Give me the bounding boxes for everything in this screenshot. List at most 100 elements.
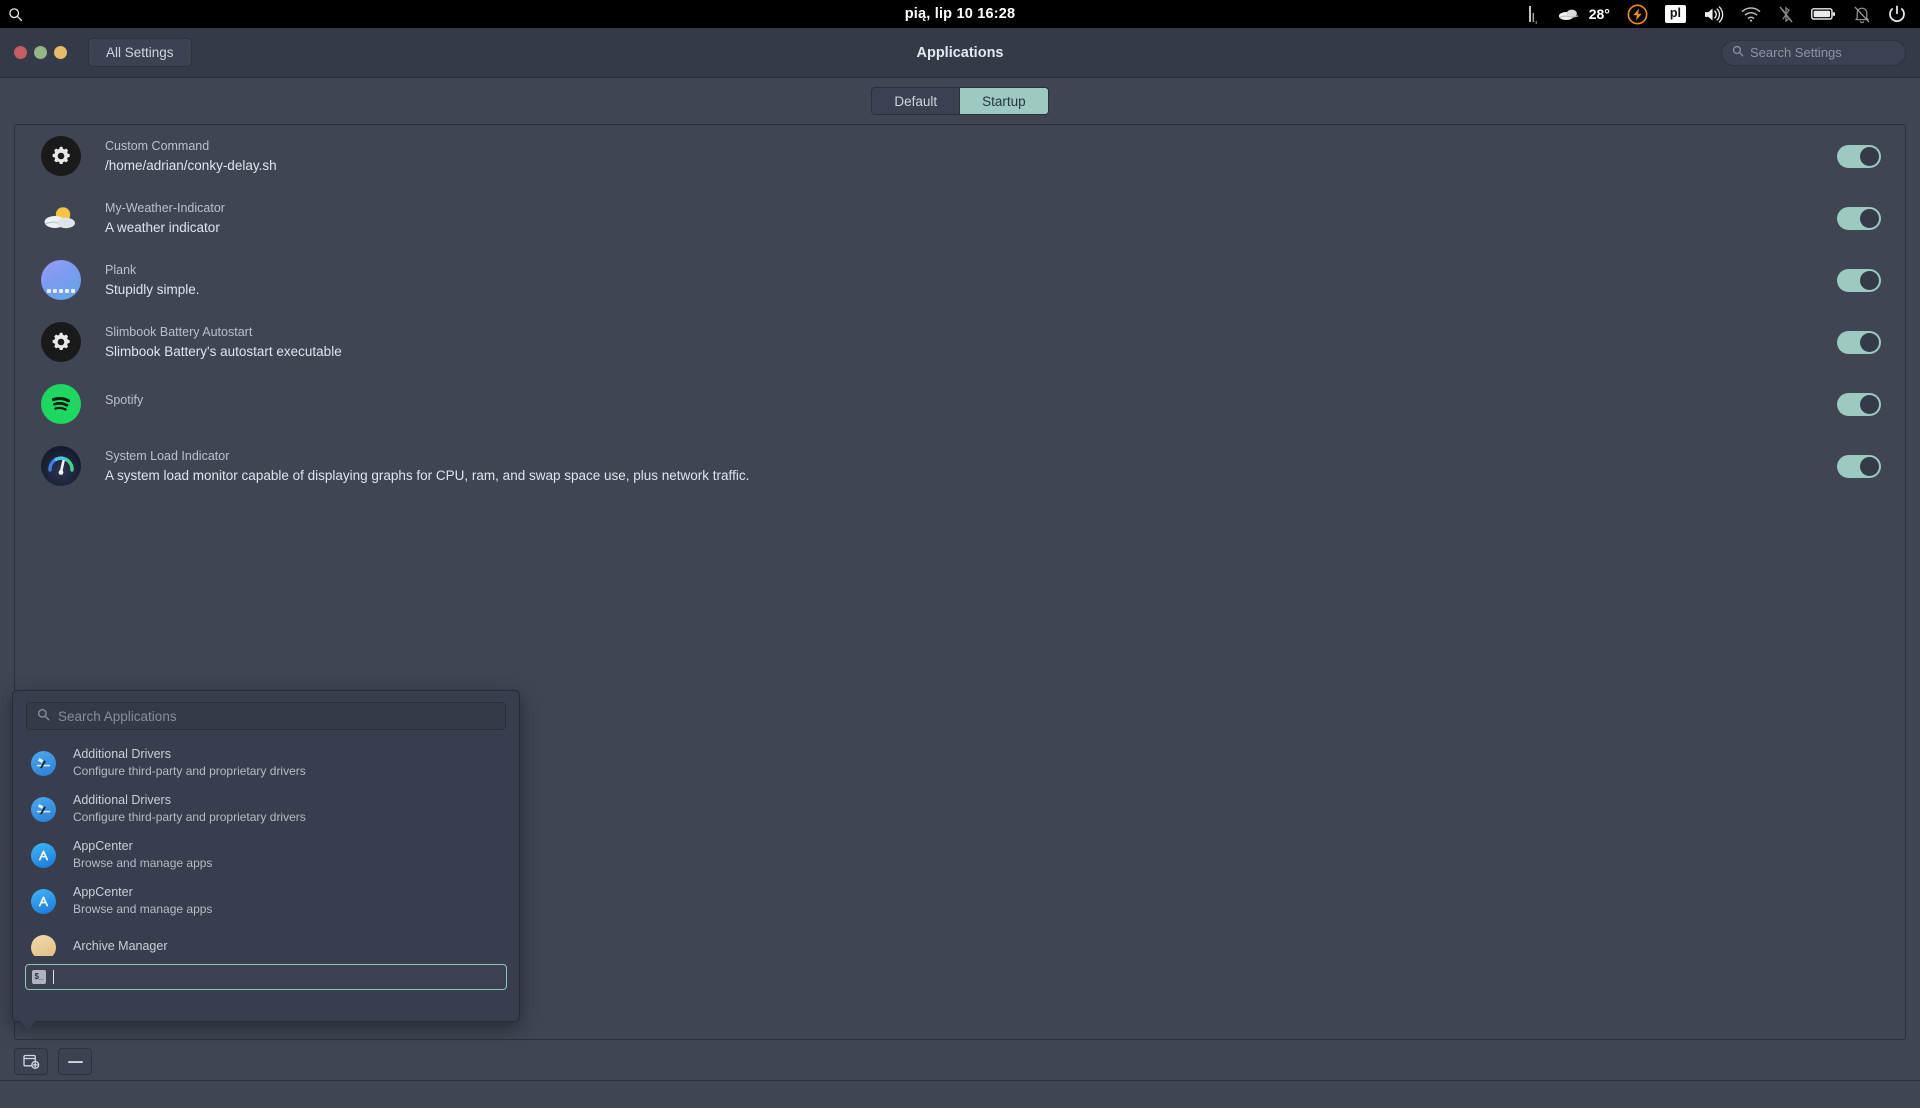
startup-app-row[interactable]: My-Weather-Indicator A weather indicator <box>15 187 1905 249</box>
remove-startup-app-button[interactable] <box>58 1048 92 1075</box>
drivers-icon <box>31 796 56 822</box>
startup-app-description: A weather indicator <box>105 220 220 235</box>
startup-app-row[interactable]: Spotify <box>15 373 1905 435</box>
application-result-description: Browse and manage apps <box>73 901 213 916</box>
gauge-icon <box>41 446 81 486</box>
startup-app-toggle[interactable] <box>1837 392 1881 416</box>
application-result-description: Configure third-party and proprietary dr… <box>73 763 306 778</box>
search-icon <box>1732 45 1744 60</box>
appcenter-icon <box>31 888 56 914</box>
search-applications-input[interactable]: Search Applications <box>26 702 506 730</box>
page-title: Applications <box>916 44 1004 61</box>
startup-app-description: /home/adrian/conky-delay.sh <box>105 158 277 173</box>
gear-icon <box>41 322 81 362</box>
application-result-name: AppCenter <box>73 885 133 900</box>
system-load-graph-icon[interactable] <box>1525 0 1541 28</box>
startup-app-name: Custom Command <box>105 138 210 153</box>
text-cursor <box>53 970 54 984</box>
battery-icon[interactable] <box>1811 0 1836 28</box>
startup-app-text: Slimbook Battery Autostart Slimbook Batt… <box>105 324 342 359</box>
bluetooth-disabled-icon[interactable] <box>1778 0 1794 28</box>
startup-app-name: Plank <box>105 262 137 277</box>
all-settings-button[interactable]: All Settings <box>88 38 192 67</box>
add-application-popover: Search Applications Additional Drivers C… <box>12 690 520 1022</box>
minimize-button[interactable] <box>34 46 47 59</box>
search-icon <box>37 708 50 724</box>
gear-icon <box>41 136 81 176</box>
application-result-row[interactable]: AppCenter Browse and manage apps <box>13 832 519 878</box>
search-settings-placeholder: Search Settings <box>1750 45 1842 60</box>
all-settings-label: All Settings <box>106 45 174 60</box>
startup-app-name: System Load Indicator <box>105 448 230 463</box>
maximize-button[interactable] <box>54 46 67 59</box>
drivers-icon <box>31 750 56 776</box>
volume-icon[interactable] <box>1703 0 1724 28</box>
application-result-name: Archive Manager <box>73 939 168 954</box>
startup-app-toggle[interactable] <box>1837 454 1881 478</box>
keyboard-layout-indicator[interactable]: pl <box>1664 5 1686 23</box>
search-icon[interactable] <box>8 0 23 28</box>
application-result-text: AppCenter Browse and manage apps <box>73 839 213 870</box>
power-icon[interactable] <box>1888 0 1906 28</box>
weather-cloud-icon[interactable] <box>1558 0 1580 28</box>
startup-app-name: Slimbook Battery Autostart <box>105 324 253 339</box>
close-button[interactable] <box>14 46 27 59</box>
spotify-icon <box>41 384 81 424</box>
system-panel: pią, lip 10 16:28 28° pl <box>0 0 1920 28</box>
window-bottom-strip <box>0 1080 1920 1108</box>
startup-app-text: My-Weather-Indicator A weather indicator <box>105 200 225 235</box>
startup-app-description: Stupidly simple. <box>105 282 200 297</box>
search-applications-placeholder: Search Applications <box>58 708 177 724</box>
application-result-description: Browse and manage apps <box>73 855 213 870</box>
application-result-row[interactable]: Additional Drivers Configure third-party… <box>13 740 519 786</box>
window-controls <box>14 46 67 59</box>
search-settings-input[interactable]: Search Settings <box>1721 39 1906 66</box>
startup-app-toggle[interactable] <box>1837 268 1881 292</box>
terminal-icon: $_ <box>32 970 46 984</box>
mode-switch: Default Startup <box>871 87 1049 115</box>
startup-app-text: Custom Command /home/adrian/conky-delay.… <box>105 138 277 173</box>
tabs-row: Default Startup <box>0 78 1920 124</box>
startup-app-row[interactable]: Slimbook Battery Autostart Slimbook Batt… <box>15 311 1905 373</box>
popover-entry-wrap: $_ <box>13 956 519 990</box>
startup-app-name: Spotify <box>105 393 144 408</box>
application-result-row[interactable]: Additional Drivers Configure third-party… <box>13 786 519 832</box>
startup-app-description: A system load monitor capable of display… <box>105 468 750 483</box>
application-result-row[interactable]: AppCenter Browse and manage apps <box>13 878 519 924</box>
application-result-text: Additional Drivers Configure third-party… <box>73 793 306 824</box>
application-result-name: AppCenter <box>73 839 133 854</box>
application-result-text: Archive Manager <box>73 939 168 954</box>
wifi-icon[interactable] <box>1741 0 1761 28</box>
startup-app-toggle[interactable] <box>1837 330 1881 354</box>
startup-app-text: System Load Indicator A system load moni… <box>105 448 750 483</box>
startup-app-toggle[interactable] <box>1837 206 1881 230</box>
startup-app-text: Spotify <box>105 394 143 414</box>
application-result-description: Configure third-party and proprietary dr… <box>73 809 306 824</box>
lightning-bolt-icon[interactable] <box>1627 0 1648 28</box>
notifications-muted-icon[interactable] <box>1853 0 1871 28</box>
startup-app-text: Plank Stupidly simple. <box>105 262 200 297</box>
weather-icon <box>41 198 81 238</box>
window-headerbar: All Settings Applications Search Setting… <box>0 28 1920 78</box>
startup-app-row[interactable]: Plank Stupidly simple. <box>15 249 1905 311</box>
temperature-label[interactable]: 28° <box>1589 6 1610 22</box>
tab-default[interactable]: Default <box>872 88 960 114</box>
startup-app-row[interactable]: System Load Indicator A system load moni… <box>15 435 1905 497</box>
list-toolbar <box>14 1048 92 1075</box>
panel-clock[interactable]: pią, lip 10 16:28 <box>905 6 1016 22</box>
startup-app-description: Slimbook Battery's autostart executable <box>105 344 342 359</box>
startup-app-toggle[interactable] <box>1837 144 1881 168</box>
application-result-text: Additional Drivers Configure third-party… <box>73 747 306 778</box>
custom-command-input[interactable]: $_ <box>25 964 507 990</box>
panel-indicator-group: 28° pl <box>1525 0 1920 28</box>
application-results-list: Additional Drivers Configure third-party… <box>13 740 519 956</box>
plank-icon <box>41 260 81 300</box>
appcenter-icon <box>31 842 56 868</box>
application-result-row[interactable]: Archive Manager <box>13 924 519 956</box>
archive-icon <box>31 934 56 956</box>
startup-app-row[interactable]: Custom Command /home/adrian/conky-delay.… <box>15 125 1905 187</box>
startup-app-name: My-Weather-Indicator <box>105 200 225 215</box>
application-result-name: Additional Drivers <box>73 747 171 762</box>
tab-startup[interactable]: Startup <box>959 88 1048 114</box>
add-startup-app-button[interactable] <box>14 1048 48 1075</box>
